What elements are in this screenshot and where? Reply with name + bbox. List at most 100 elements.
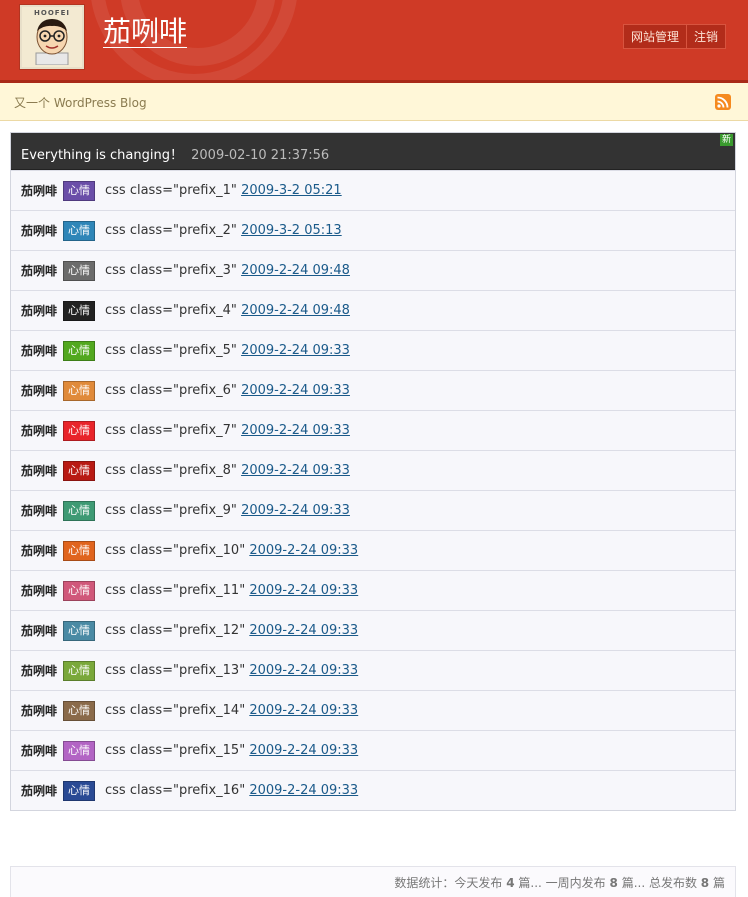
author-name[interactable]: 茄咧啡 <box>21 222 63 239</box>
list-item: 茄咧啡 心情 css class="prefix_7" 2009-2-24 09:3… <box>11 410 735 450</box>
mood-tag[interactable]: 心情 <box>63 660 95 681</box>
status-feed: Everything is changing！ 2009-02-10 21:37… <box>10 132 736 811</box>
post-text: css class="prefix_1" <box>105 183 237 198</box>
post-date-link[interactable]: 2009-2-24 09:33 <box>249 543 358 558</box>
author-name[interactable]: 茄咧啡 <box>21 302 63 319</box>
list-item: 茄咧啡 心情 css class="prefix_15" 2009-2-24 09:… <box>11 730 735 770</box>
author-name[interactable]: 茄咧啡 <box>21 782 63 799</box>
post-text: css class="prefix_16" <box>105 783 246 798</box>
post-date-link[interactable]: 2009-2-24 09:33 <box>241 463 350 478</box>
post-date-link[interactable]: 2009-2-24 09:33 <box>249 743 358 758</box>
tagline-bar: 又一个 WordPress Blog <box>0 83 748 121</box>
author-name[interactable]: 茄咧啡 <box>21 622 63 639</box>
rss-icon[interactable] <box>715 94 731 110</box>
admin-links: 网站管理 注销 <box>622 24 726 49</box>
post-date-link[interactable]: 2009-2-24 09:33 <box>249 623 358 638</box>
post-text: css class="prefix_3" <box>105 263 237 278</box>
list-item: 茄咧啡 心情 css class="prefix_2" 2009-3-2 05:13 <box>11 210 735 250</box>
stats-today-count: 4 <box>506 876 515 890</box>
post-date-link[interactable]: 2009-3-2 05:21 <box>241 183 342 198</box>
mood-tag[interactable]: 心情 <box>63 580 95 601</box>
author-name[interactable]: 茄咧啡 <box>21 182 63 199</box>
author-name[interactable]: 茄咧啡 <box>21 742 63 759</box>
post-text: css class="prefix_15" <box>105 743 246 758</box>
post-date-link[interactable]: 2009-2-24 09:33 <box>241 503 350 518</box>
post-text: css class="prefix_2" <box>105 223 237 238</box>
list-item: 茄咧啡 心情 css class="prefix_9" 2009-2-24 09:3… <box>11 490 735 530</box>
mood-tag[interactable]: 心情 <box>63 300 95 321</box>
author-name[interactable]: 茄咧啡 <box>21 382 63 399</box>
author-name[interactable]: 茄咧啡 <box>21 582 63 599</box>
list-item: 茄咧啡 心情 css class="prefix_12" 2009-2-24 09:… <box>11 610 735 650</box>
list-item: 茄咧啡 心情 css class="prefix_8" 2009-2-24 09:3… <box>11 450 735 490</box>
post-text: css class="prefix_4" <box>105 303 237 318</box>
rss-glyph-icon <box>717 96 729 108</box>
stats-week-count: 8 <box>609 876 618 890</box>
post-date-link[interactable]: 2009-2-24 09:48 <box>241 303 350 318</box>
mood-tag[interactable]: 心情 <box>63 460 95 481</box>
post-text: css class="prefix_12" <box>105 623 246 638</box>
post-text: css class="prefix_10" <box>105 543 246 558</box>
post-date-link[interactable]: 2009-2-24 09:33 <box>249 783 358 798</box>
author-name[interactable]: 茄咧啡 <box>21 542 63 559</box>
list-item: 茄咧啡 心情 css class="prefix_14" 2009-2-24 09:… <box>11 690 735 730</box>
mood-tag[interactable]: 心情 <box>63 180 95 201</box>
feed-header: Everything is changing！ 2009-02-10 21:37… <box>11 133 735 170</box>
mood-tag[interactable]: 心情 <box>63 500 95 521</box>
mood-tag[interactable]: 心情 <box>63 260 95 281</box>
post-date-link[interactable]: 2009-2-24 09:33 <box>249 703 358 718</box>
mood-tag[interactable]: 心情 <box>63 540 95 561</box>
author-name[interactable]: 茄咧啡 <box>21 342 63 359</box>
author-name[interactable]: 茄咧啡 <box>21 262 63 279</box>
mood-tag[interactable]: 心情 <box>63 220 95 241</box>
post-text: css class="prefix_6" <box>105 383 237 398</box>
list-item: 茄咧啡 心情 css class="prefix_10" 2009-2-24 09:… <box>11 530 735 570</box>
post-date-link[interactable]: 2009-2-24 09:33 <box>249 583 358 598</box>
stats-total-count: 8 <box>700 876 710 890</box>
author-name[interactable]: 茄咧啡 <box>21 662 63 679</box>
logout-link[interactable]: 注销 <box>686 24 726 49</box>
stats-unit: 篇... 一周内发布 <box>518 876 606 890</box>
feed-list: 茄咧啡 心情 css class="prefix_1" 2009-3-2 05:21… <box>11 170 735 810</box>
site-title[interactable]: 茄咧啡 <box>103 10 187 50</box>
blog-tagline: 又一个 WordPress Blog <box>14 96 147 110</box>
avatar-face-icon <box>35 19 69 65</box>
post-text: css class="prefix_8" <box>105 463 237 478</box>
post-date-link[interactable]: 2009-2-24 09:33 <box>249 663 358 678</box>
post-date-link[interactable]: 2009-2-24 09:33 <box>241 343 350 358</box>
post-date-link[interactable]: 2009-2-24 09:33 <box>241 383 350 398</box>
mood-tag[interactable]: 心情 <box>63 420 95 441</box>
list-item: 茄咧啡 心情 css class="prefix_5" 2009-2-24 09:3… <box>11 330 735 370</box>
list-item: 茄咧啡 心情 css class="prefix_6" 2009-2-24 09:3… <box>11 370 735 410</box>
avatar-caption: HOOFEI <box>34 9 70 17</box>
author-name[interactable]: 茄咧啡 <box>21 702 63 719</box>
site-admin-link[interactable]: 网站管理 <box>622 24 687 49</box>
mood-tag[interactable]: 心情 <box>63 780 95 801</box>
author-name[interactable]: 茄咧啡 <box>21 422 63 439</box>
list-item: 茄咧啡 心情 css class="prefix_4" 2009-2-24 09:4… <box>11 290 735 330</box>
avatar[interactable]: HOOFEI <box>20 5 84 69</box>
post-text: css class="prefix_9" <box>105 503 237 518</box>
post-date-link[interactable]: 2009-2-24 09:48 <box>241 263 350 278</box>
post-date-link[interactable]: 2009-2-24 09:33 <box>241 423 350 438</box>
site-header: HOOFEI 茄咧啡 网站管理 注销 <box>0 0 748 83</box>
mood-tag[interactable]: 心情 <box>63 740 95 761</box>
stats-bar: 数据统计：今天发布 4 篇... 一周内发布 8 篇... 总发布数 8 篇 <box>10 866 736 897</box>
mood-tag[interactable]: 心情 <box>63 700 95 721</box>
mood-tag[interactable]: 心情 <box>63 380 95 401</box>
stats-text: 数据统计：今天发布 4 篇... 一周内发布 8 篇... 总发布数 8 篇 <box>394 874 725 891</box>
stats-unit: 篇... 总发布数 <box>621 876 697 890</box>
post-text: css class="prefix_13" <box>105 663 246 678</box>
feed-timestamp: 2009-02-10 21:37:56 <box>191 148 330 163</box>
author-name[interactable]: 茄咧啡 <box>21 462 63 479</box>
mood-tag[interactable]: 心情 <box>63 620 95 641</box>
mood-tag[interactable]: 心情 <box>63 340 95 361</box>
list-item: 茄咧啡 心情 css class="prefix_13" 2009-2-24 09:… <box>11 650 735 690</box>
post-date-link[interactable]: 2009-3-2 05:13 <box>241 223 342 238</box>
list-item: 茄咧啡 心情 css class="prefix_1" 2009-3-2 05:21 <box>11 170 735 210</box>
author-name[interactable]: 茄咧啡 <box>21 502 63 519</box>
post-text: css class="prefix_5" <box>105 343 237 358</box>
post-text: css class="prefix_11" <box>105 583 246 598</box>
stats-prefix: 数据统计：今天发布 <box>394 876 503 890</box>
feed-title: Everything is changing！ 2009-02-10 21:37… <box>21 144 329 163</box>
